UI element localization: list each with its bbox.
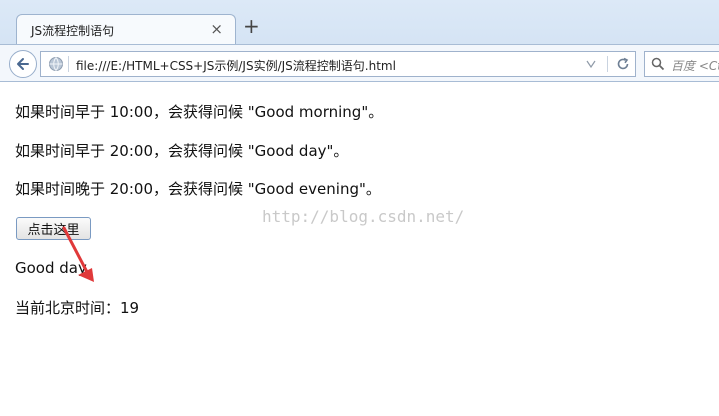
tab-title: JS流程控制语句 <box>31 24 115 38</box>
condition-line-morning: 如果时间早于 10:00，会获得问候 "Good morning"。 <box>15 103 384 121</box>
watermark: http://blog.csdn.net/ <box>262 207 465 226</box>
search-placeholder: 百度 <Ct <box>671 59 719 73</box>
annotation-arrow-icon <box>62 226 94 282</box>
globe-icon <box>49 57 63 71</box>
tab-bar: JS流程控制语句 × + <box>0 0 719 44</box>
condition-line-evening: 如果时间晚于 20:00，会获得问候 "Good evening"。 <box>15 180 381 198</box>
close-icon[interactable]: × <box>210 20 223 38</box>
url-separator-right <box>607 56 608 72</box>
new-tab-button[interactable]: + <box>243 16 260 36</box>
browser-chrome: JS流程控制语句 × + file:///E:/HTML+CSS+JS示例/JS… <box>0 0 719 82</box>
reload-icon[interactable] <box>615 56 631 72</box>
back-button[interactable] <box>9 50 37 78</box>
search-bar[interactable]: 百度 <Ct <box>644 51 719 77</box>
navigation-bar: file:///E:/HTML+CSS+JS示例/JS实例/JS流程控制语句.h… <box>0 44 719 82</box>
chevron-down-icon[interactable] <box>586 60 596 68</box>
back-arrow-icon <box>17 58 29 70</box>
page-content: 如果时间早于 10:00，会获得问候 "Good morning"。 如果时间早… <box>15 82 719 416</box>
url-text[interactable]: file:///E:/HTML+CSS+JS示例/JS实例/JS流程控制语句.h… <box>76 57 396 74</box>
address-bar[interactable]: file:///E:/HTML+CSS+JS示例/JS实例/JS流程控制语句.h… <box>40 51 636 77</box>
tab-active[interactable]: JS流程控制语句 × <box>16 14 236 44</box>
search-icon <box>651 57 665 71</box>
beijing-time-line: 当前北京时间：19 <box>15 299 140 317</box>
condition-line-day: 如果时间早于 20:00，会获得问候 "Good day"。 <box>15 142 349 160</box>
url-separator <box>68 56 69 72</box>
